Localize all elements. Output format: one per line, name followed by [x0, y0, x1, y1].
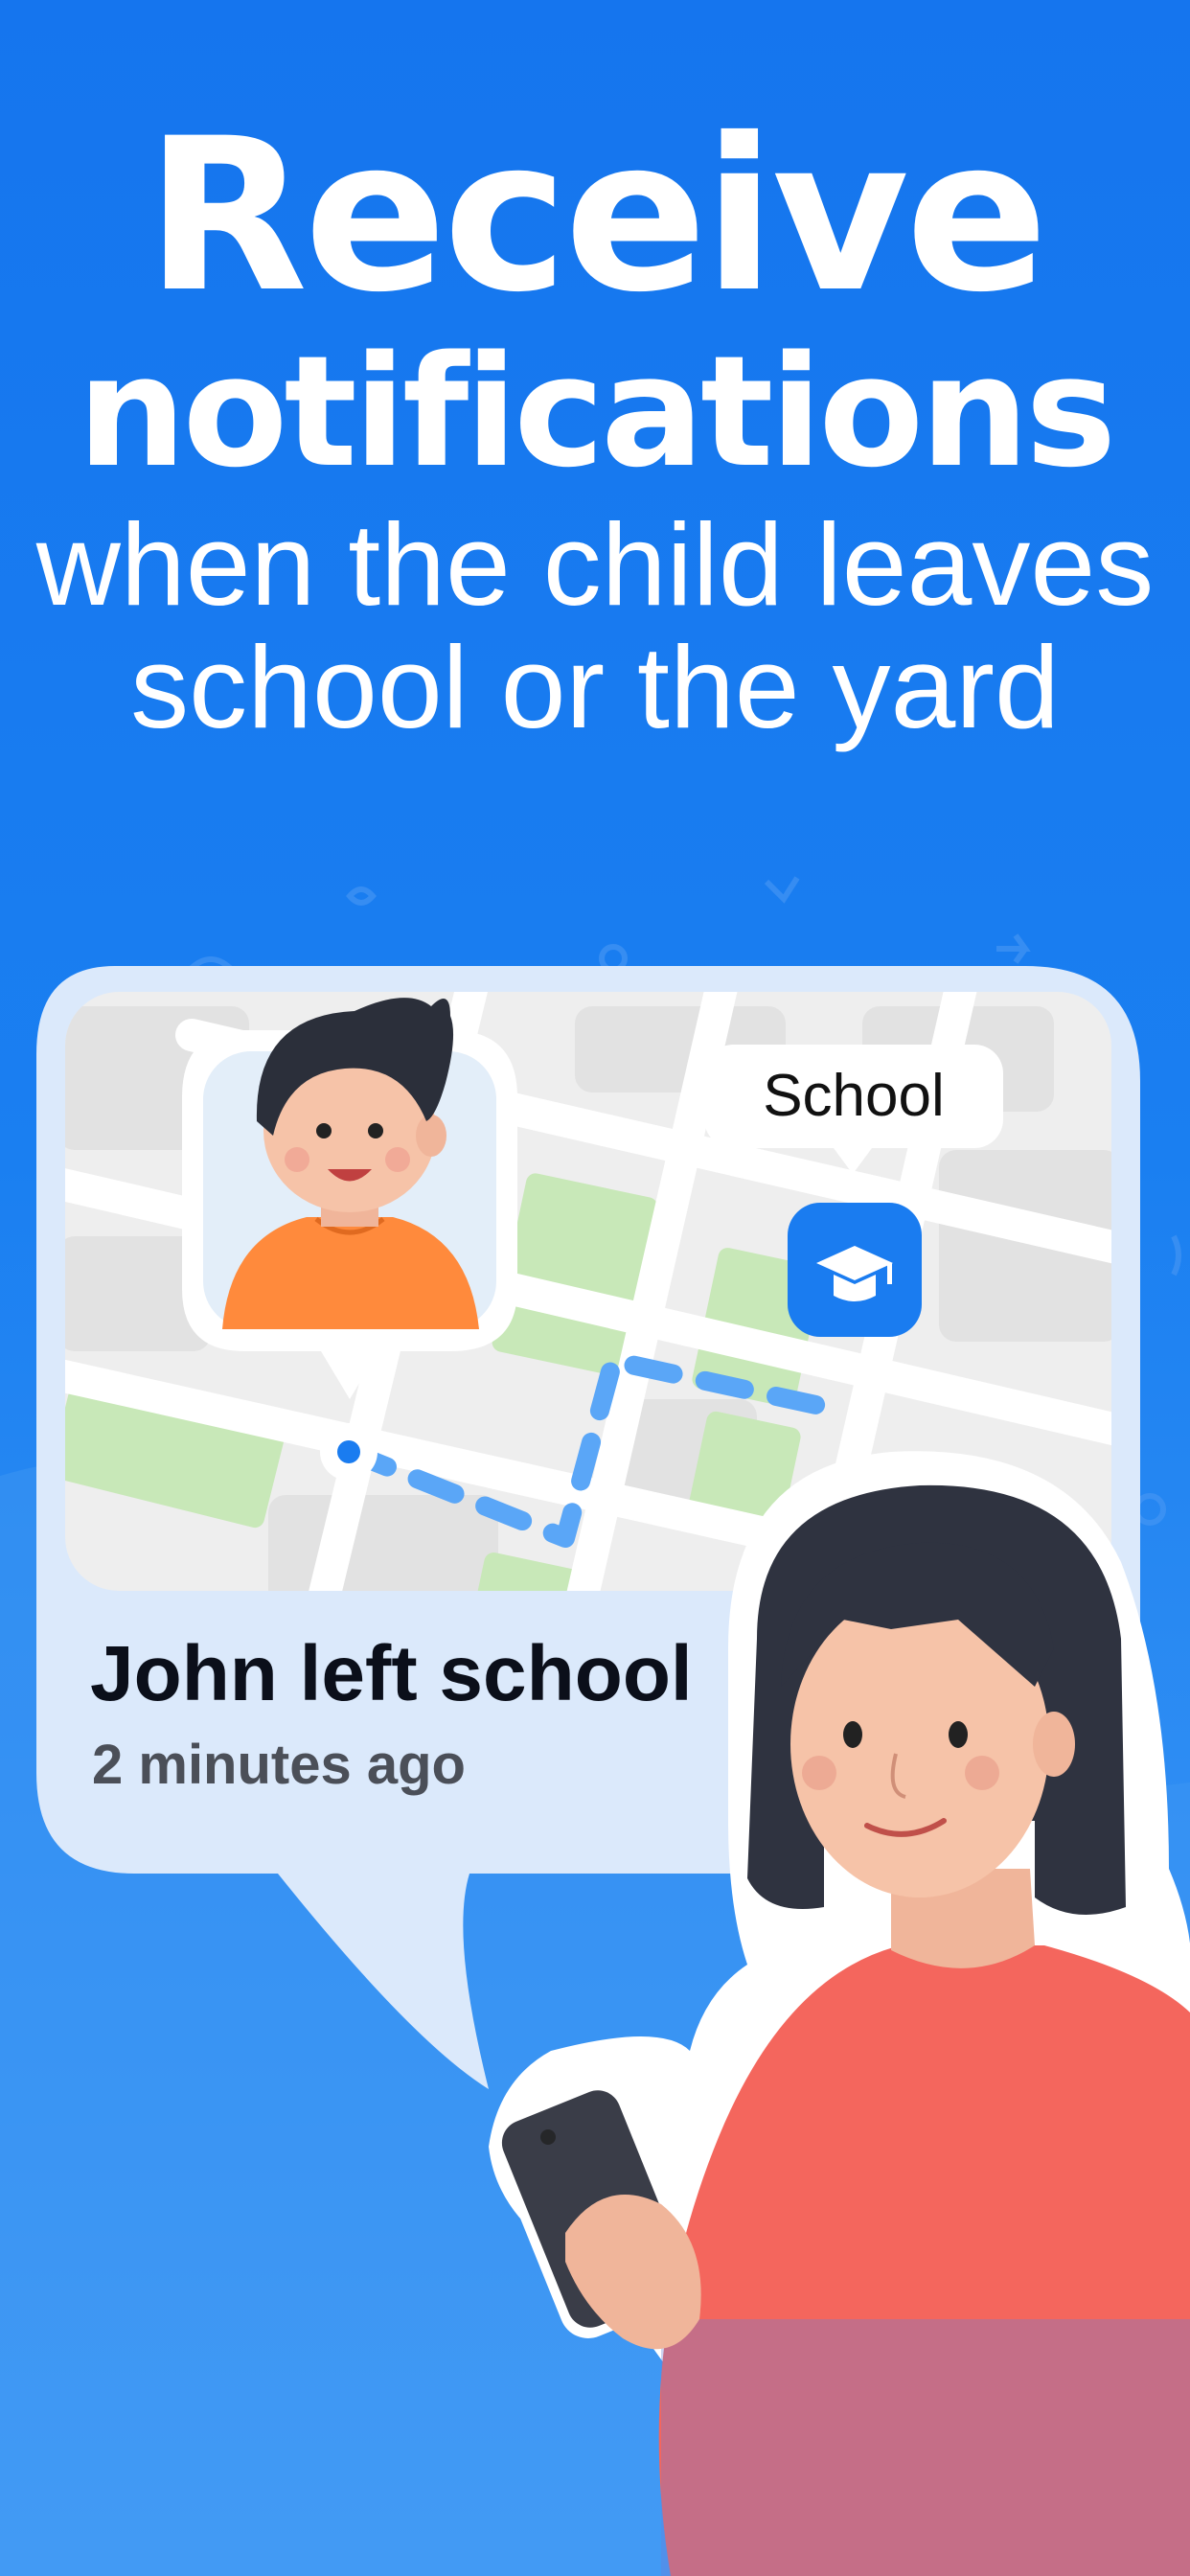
boy-avatar	[182, 998, 517, 1399]
child-location-dot	[320, 1423, 378, 1481]
promo-screen: Receive notifications when the child lea…	[0, 0, 1190, 2576]
notification-time: 2 minutes ago	[92, 1734, 466, 1796]
notification-title: John left school	[90, 1630, 693, 1717]
school-label: School	[763, 1063, 945, 1129]
notification-illustration	[36, 966, 1190, 2576]
